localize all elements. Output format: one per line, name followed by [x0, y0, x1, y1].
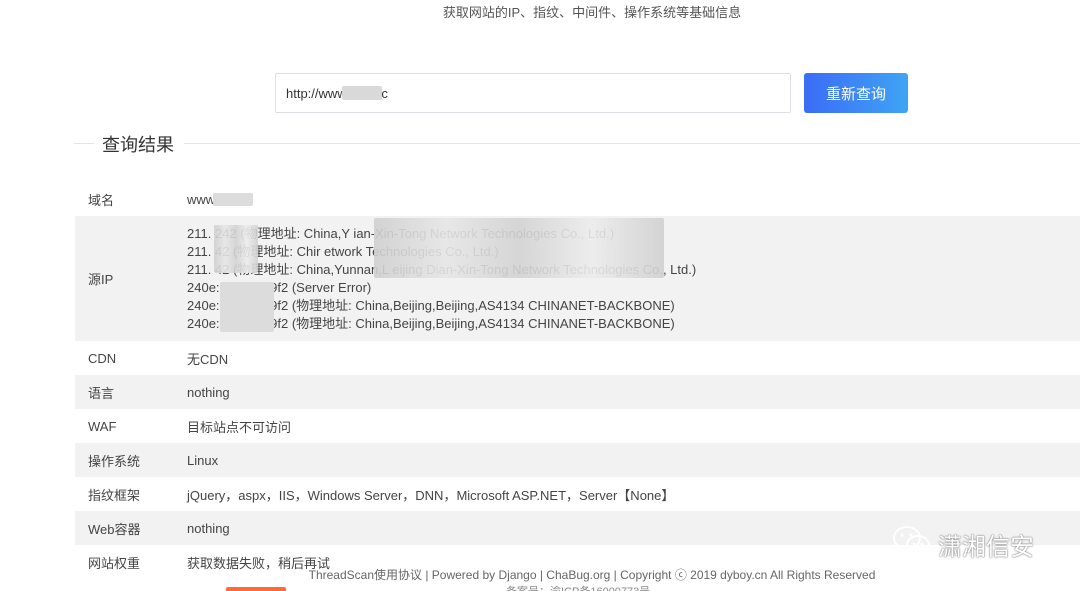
- table-row-language: 语言 nothing: [75, 375, 1080, 409]
- row-label: WAF: [88, 418, 117, 434]
- page-subtitle: 获取网站的IP、指纹、中间件、操作系统等基础信息: [442, 5, 742, 20]
- redaction-mask: [374, 218, 664, 278]
- row-value: www cc: [187, 191, 232, 207]
- watermark-text: 潇湘信安: [938, 534, 1034, 561]
- ip-line: 240e: ::d393:19f2 (物理地址: China,Beijing,B…: [187, 315, 675, 331]
- table-row-cdn: CDN 无CDN: [75, 341, 1080, 375]
- row-label: CDN: [88, 350, 117, 366]
- icp-link[interactable]: 备案号：渝ICP备16000773号: [506, 583, 650, 591]
- table-row-fingerprint: 指纹框架 jQuery，aspx，IIS，Windows Server，DNN，…: [75, 477, 1080, 511]
- row-label: 源IP: [88, 272, 114, 287]
- watermark: 潇湘信安: [892, 524, 1034, 565]
- redaction-mask: [214, 225, 258, 273]
- wechat-icon: [892, 524, 932, 565]
- section-title: 查询结果: [102, 135, 174, 155]
- row-label: 语言: [88, 385, 115, 401]
- footer-badge: [226, 587, 286, 591]
- row-value: Linux: [187, 452, 219, 468]
- table-row-os: 操作系统 Linux: [75, 443, 1080, 477]
- row-label: 域名: [88, 192, 115, 208]
- divider: [74, 143, 94, 144]
- divider: [184, 143, 1080, 144]
- row-label: Web容器: [88, 521, 141, 537]
- ip-line: 240e: ::d393:19f2 (物理地址: China,Beijing,B…: [187, 297, 675, 313]
- row-value: 目标站点不可访问: [187, 419, 292, 435]
- table-row-waf: WAF 目标站点不可访问: [75, 409, 1080, 443]
- row-label: 指纹框架: [88, 487, 141, 503]
- row-value: 无CDN: [187, 351, 229, 367]
- ip-line: 240e: ::d393:19f2 (Server Error): [187, 279, 372, 295]
- row-label: 操作系统: [88, 453, 141, 469]
- redaction-mask: [342, 86, 382, 100]
- page: 获取网站的IP、指纹、中间件、操作系统等基础信息 重新查询 查询结果 域名 ww…: [0, 0, 1080, 591]
- redaction-mask: [220, 282, 274, 332]
- row-value: jQuery，aspx，IIS，Windows Server，DNN，Micro…: [187, 487, 675, 503]
- footer: ThreadScan使用协议 | Powered by Django | Cha…: [308, 568, 876, 582]
- redaction-mask: [213, 193, 253, 206]
- row-value: nothing: [187, 384, 230, 400]
- requery-button[interactable]: 重新查询: [804, 73, 908, 113]
